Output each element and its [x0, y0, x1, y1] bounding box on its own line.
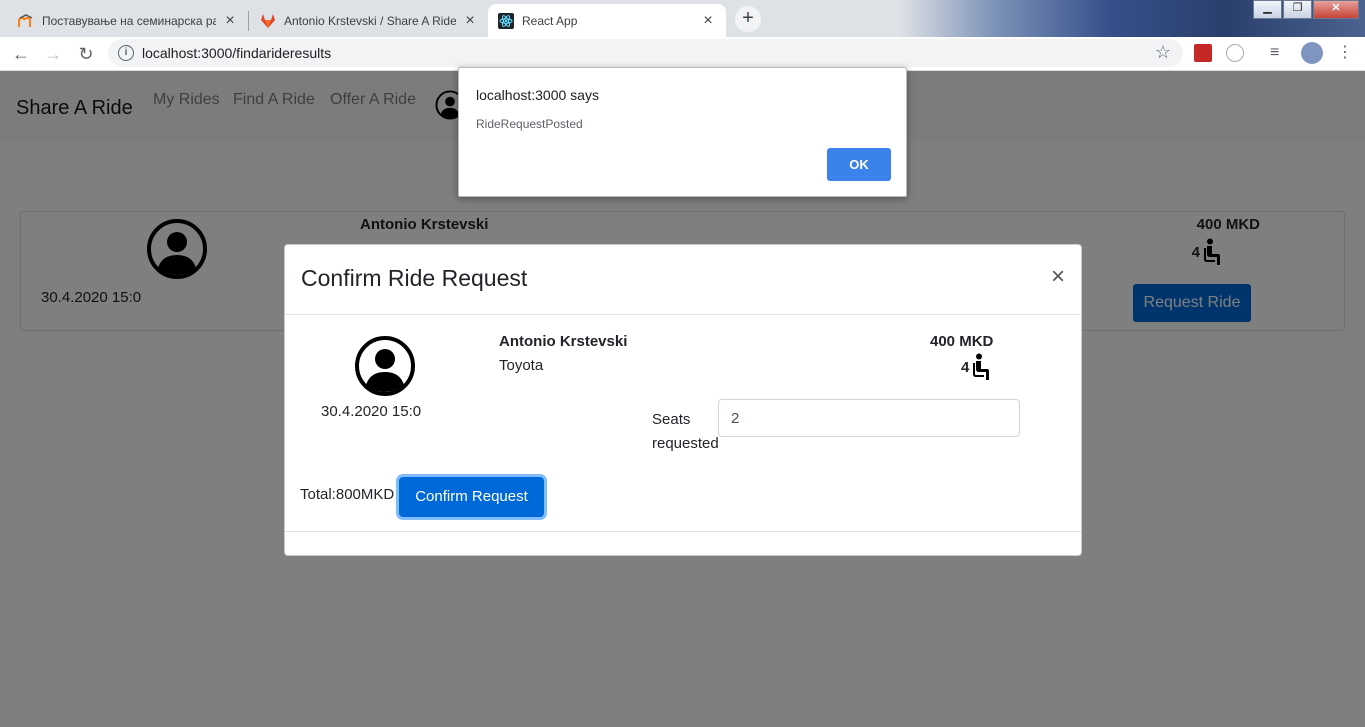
- seats-requested-label: Seats requested: [652, 411, 719, 452]
- seat-count: 4: [961, 358, 970, 376]
- ride-date: 30.4.2020 15:0: [321, 403, 422, 420]
- back-button[interactable]: ←: [8, 41, 34, 67]
- info-icon[interactable]: i: [118, 45, 134, 61]
- close-icon[interactable]: ×: [1051, 263, 1065, 291]
- close-icon[interactable]: ×: [462, 12, 478, 29]
- moodle-icon: [18, 13, 34, 29]
- media-queue-icon[interactable]: ≡: [1270, 44, 1288, 62]
- alert-ok-button[interactable]: OK: [827, 148, 891, 181]
- seat-icon: [973, 353, 990, 380]
- tab-title: Поставување на семинарска ра: [42, 13, 216, 28]
- reload-button[interactable]: ↻: [73, 41, 99, 67]
- forward-button[interactable]: →: [40, 41, 66, 67]
- profile-avatar-icon[interactable]: [1301, 42, 1323, 64]
- ride-price: 400 MKD: [930, 333, 994, 350]
- seats-requested-input[interactable]: [718, 399, 1020, 437]
- url-text: localhost:3000/findarideresults: [142, 45, 332, 61]
- gitlab-icon: [260, 13, 276, 29]
- bookmark-star-icon[interactable]: ☆: [1155, 42, 1171, 63]
- available-seats: 4: [961, 353, 995, 381]
- confirm-request-button[interactable]: Confirm Request: [399, 477, 544, 517]
- close-icon[interactable]: ×: [700, 12, 716, 29]
- tab-moodle[interactable]: Поставување на семинарска ра ×: [8, 4, 248, 37]
- tab-separator: [248, 11, 249, 31]
- extension-grey-icon[interactable]: [1226, 44, 1244, 62]
- tab-title: React App: [522, 13, 578, 28]
- browser-toolbar: ← → ↻ i localhost:3000/findarideresults …: [0, 37, 1365, 71]
- alert-message: RideRequestPosted: [476, 117, 583, 131]
- extension-red-icon[interactable]: [1194, 44, 1212, 62]
- close-icon[interactable]: ×: [222, 12, 238, 29]
- tab-title: Antonio Krstevski / Share A Ride: [284, 13, 456, 28]
- total-price: Total:800MKD: [300, 486, 395, 503]
- tab-strip: Поставување на семинарска ра × Antonio K…: [0, 0, 1365, 37]
- window-controls: ▁ ❐ ✕: [1252, 0, 1359, 19]
- browser-alert-dialog: localhost:3000 says RideRequestPosted OK: [458, 67, 907, 197]
- modal-footer-divider: [285, 531, 1081, 532]
- minimize-button[interactable]: ▁: [1253, 0, 1282, 19]
- tab-react-app[interactable]: React App ×: [488, 4, 726, 37]
- tab-gitlab[interactable]: Antonio Krstevski / Share A Ride ×: [250, 4, 488, 37]
- restore-button[interactable]: ❐: [1283, 0, 1312, 19]
- new-tab-button[interactable]: +: [735, 6, 761, 32]
- car-model: Toyota: [499, 357, 544, 374]
- confirm-ride-modal: Confirm Ride Request × 30.4.2020 15:0 An…: [284, 244, 1082, 556]
- menu-dots-icon[interactable]: ⋮: [1337, 44, 1355, 62]
- close-window-button[interactable]: ✕: [1313, 0, 1359, 19]
- modal-title: Confirm Ride Request: [301, 265, 528, 291]
- react-icon: [498, 12, 514, 29]
- modal-header: Confirm Ride Request ×: [285, 245, 1081, 315]
- address-bar[interactable]: i localhost:3000/findarideresults ☆: [108, 39, 1183, 67]
- driver-name: Antonio Krstevski: [499, 333, 628, 350]
- alert-origin: localhost:3000 says: [476, 87, 599, 103]
- driver-avatar-icon: [355, 336, 415, 396]
